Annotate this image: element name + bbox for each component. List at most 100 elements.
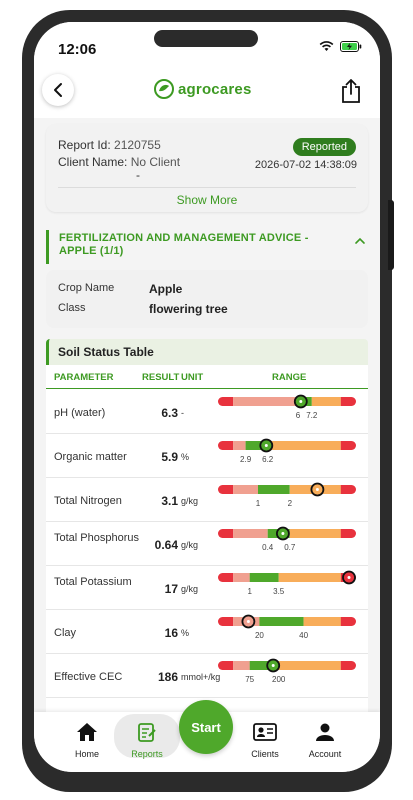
soil-status-header: Soil Status Table <box>46 339 368 365</box>
table-row: Organic matter 5.9% 2.9 6.2 <box>46 434 368 478</box>
parameter-name: Clay <box>54 627 77 639</box>
app-screen: 12:06 agrocares Report Id: 2120755 Clien… <box>34 22 380 772</box>
table-header-row: PARAMETER RESULT UNIT RANGE <box>46 365 368 389</box>
range-segment <box>340 485 356 494</box>
advice-title: FERTILIZATION AND MANAGEMENT ADVICE - AP… <box>59 232 309 257</box>
range-low-label: 0.4 <box>262 543 274 552</box>
nav-clients-label: Clients <box>251 749 279 759</box>
crop-info-card: Crop Name Apple Class flowering tree <box>46 270 368 328</box>
table-row: Total Nitrogen 3.1 g/kg 1 2 <box>46 478 368 522</box>
back-button[interactable] <box>42 74 74 106</box>
nav-reports[interactable]: Reports <box>117 722 177 759</box>
result-marker-dot <box>347 576 351 579</box>
range-segment <box>340 661 356 670</box>
nav-account[interactable]: Account <box>295 722 355 759</box>
table-row: pH (water) 6.3-6 7.2 <box>46 390 368 434</box>
nav-clients[interactable]: Clients <box>235 722 295 759</box>
range-segment <box>311 397 341 406</box>
report-id-label: Report Id: <box>58 138 111 152</box>
range-low-label: 6 <box>296 411 301 420</box>
result-marker-dot <box>281 532 285 535</box>
range-segment <box>340 617 356 626</box>
table-row: Total Phosphorus 0.64 g/kg 0.4 0.7 <box>46 522 368 566</box>
unit-value: % <box>181 452 190 462</box>
range-segment <box>267 441 341 450</box>
range-segment <box>259 617 304 626</box>
unit-value: g/kg <box>181 540 199 550</box>
col-result: RESULT <box>142 372 180 383</box>
chevron-left-icon <box>54 83 62 97</box>
range-bar: 6 7.2 <box>218 394 356 420</box>
start-button[interactable]: Start <box>179 700 233 754</box>
result-value: 5.9 <box>161 450 178 464</box>
table-row: Effective CEC 186 mmol+/kg 75 200 <box>46 654 368 698</box>
range-bar: 12 <box>218 482 356 508</box>
soil-status-table: PARAMETER RESULT UNIT RANGE pH (water) 6.… <box>46 365 368 712</box>
range-segment <box>233 529 268 538</box>
app-header: agrocares <box>34 66 380 118</box>
result-marker-dot <box>271 664 275 667</box>
share-button[interactable] <box>340 78 362 109</box>
report-id-value: 2120755 <box>114 138 161 152</box>
result-value: 16 <box>164 626 178 640</box>
range-high-label: 2 <box>288 499 293 508</box>
parameter-name: Effective CEC <box>54 671 123 683</box>
col-parameter: PARAMETER <box>54 372 114 383</box>
bottom-navigation: Home Reports Start Clients Account <box>34 700 380 772</box>
range-high-label: 40 <box>299 631 308 640</box>
status-time: 12:06 <box>58 41 97 58</box>
leaf-logo-icon <box>154 79 174 99</box>
range-high-label: 7.2 <box>306 411 318 420</box>
parameter-name: Organic matter <box>54 451 127 463</box>
range-high-label: 0.7 <box>284 543 296 552</box>
result-marker-dot <box>246 620 250 623</box>
crop-name-label: Crop Name <box>58 282 115 294</box>
range-segment <box>289 529 341 538</box>
report-summary-card: Report Id: 2120755 Client Name: No Clien… <box>46 124 368 212</box>
card-divider <box>58 187 356 188</box>
range-segment <box>340 441 356 450</box>
range-low-label: 2.9 <box>240 455 252 464</box>
nav-home[interactable]: Home <box>57 722 117 759</box>
soil-status-title: Soil Status Table <box>58 345 154 359</box>
nav-home-label: Home <box>74 749 99 759</box>
range-segment <box>218 617 234 626</box>
nav-account-label: Account <box>308 749 342 759</box>
brand-name: agrocares <box>178 80 252 98</box>
reports-icon <box>138 723 156 742</box>
unit-value: - <box>181 408 184 418</box>
table-row: Clay 16% 20 40 <box>46 610 368 654</box>
class-value: flowering tree <box>149 302 228 316</box>
range-segment <box>233 485 258 494</box>
report-id-row: Report Id: 2120755 <box>58 138 161 152</box>
range-segment <box>218 573 234 582</box>
range-segment <box>218 529 234 538</box>
unit-value: g/kg <box>181 584 199 594</box>
range-segment <box>258 485 290 494</box>
range-bar: 2.9 6.2 <box>218 438 356 464</box>
chevron-up-icon[interactable] <box>354 236 366 246</box>
account-icon <box>316 723 334 741</box>
range-segment <box>340 529 356 538</box>
range-segment <box>218 441 234 450</box>
client-name-row: Client Name: No Client <box>58 155 180 169</box>
nav-reports-label: Reports <box>131 749 163 759</box>
range-bar: 20 40 <box>218 614 356 640</box>
col-range: RANGE <box>272 372 307 383</box>
status-bar: 12:06 <box>34 22 380 66</box>
advice-section-header[interactable]: FERTILIZATION AND MANAGEMENT ADVICE - AP… <box>46 230 368 264</box>
range-bar: 75 200 <box>218 658 356 684</box>
phone-side-button <box>388 200 394 270</box>
parameter-name: Total Potassium <box>54 576 132 588</box>
parameter-name: pH (water) <box>54 407 106 419</box>
range-high-label: 6.2 <box>262 455 274 464</box>
range-low-label: 1 <box>247 587 252 596</box>
range-segment <box>218 397 234 406</box>
unit-value: g/kg <box>181 496 199 506</box>
report-content[interactable]: Report Id: 2120755 Client Name: No Clien… <box>34 118 380 712</box>
result-value: 3.1 <box>161 494 178 508</box>
unit-value: mmol+/kg <box>181 672 221 682</box>
range-segment <box>340 397 356 406</box>
show-more-link[interactable]: Show More <box>46 193 368 207</box>
range-segment <box>218 485 234 494</box>
